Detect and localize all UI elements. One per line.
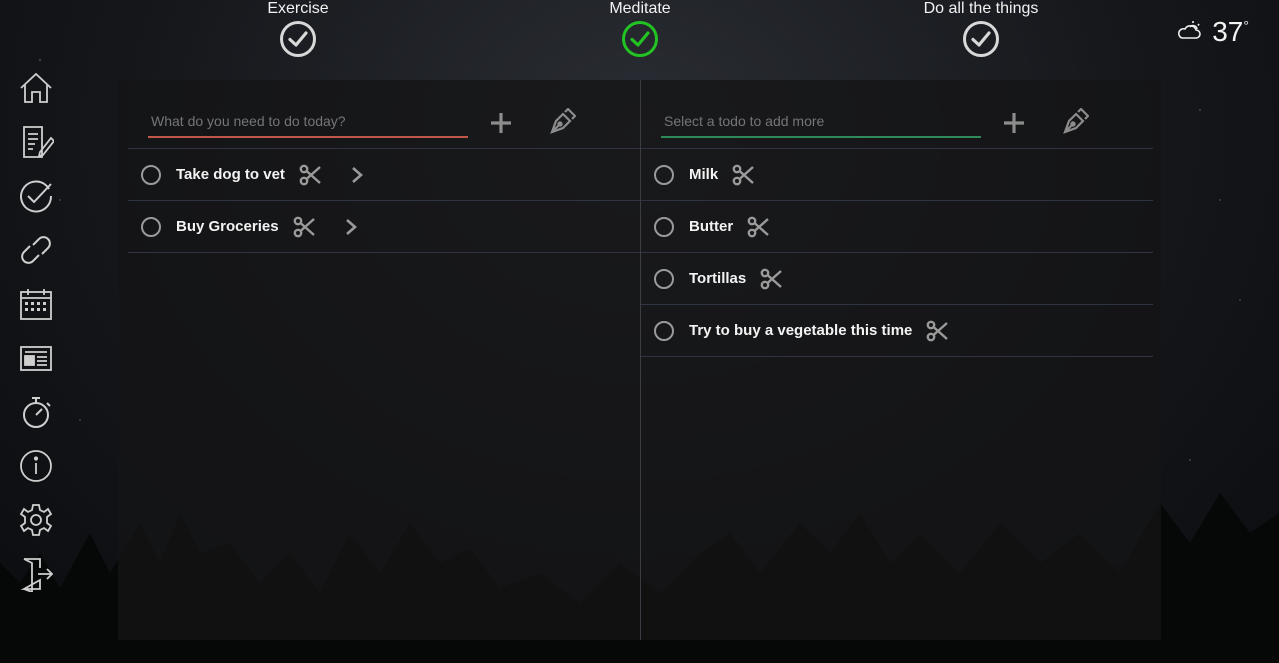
subtodo-label: Milk bbox=[689, 166, 719, 183]
check-circle-icon[interactable] bbox=[962, 20, 1000, 58]
scissors-icon[interactable] bbox=[299, 164, 321, 186]
subtodo-label: Tortillas bbox=[689, 270, 747, 287]
chevron-right-icon[interactable] bbox=[343, 218, 359, 236]
todo-entry bbox=[128, 80, 640, 149]
weather-widget: 37° bbox=[1176, 16, 1249, 48]
complete-radio[interactable] bbox=[654, 216, 674, 237]
list-item[interactable]: Try to buy a vegetable this time bbox=[641, 305, 1153, 357]
complete-radio[interactable] bbox=[141, 216, 161, 237]
complete-radio[interactable] bbox=[654, 268, 674, 289]
partly-cloudy-icon bbox=[1178, 21, 1202, 39]
subtodo-input[interactable] bbox=[661, 106, 987, 136]
scissors-icon[interactable] bbox=[926, 320, 949, 342]
check-circle-icon[interactable] bbox=[279, 20, 317, 58]
scissors-icon[interactable] bbox=[293, 216, 315, 238]
calendar-icon[interactable] bbox=[18, 286, 54, 322]
plus-icon[interactable] bbox=[1001, 110, 1027, 136]
list-item[interactable]: Milk bbox=[641, 149, 1153, 201]
complete-radio[interactable] bbox=[654, 164, 674, 185]
todo-input[interactable] bbox=[148, 106, 474, 136]
subtodo-label: Butter bbox=[689, 218, 734, 235]
todo-panel: Take dog to vet Buy Groceries Milk bbox=[118, 80, 1161, 640]
input-underline bbox=[661, 136, 981, 138]
plus-icon[interactable] bbox=[488, 110, 514, 136]
chevron-right-icon[interactable] bbox=[349, 166, 365, 184]
goals-bar: Exercise Meditate Do all the things bbox=[0, 0, 1279, 62]
todo-list: Take dog to vet Buy Groceries bbox=[128, 80, 640, 640]
list-item[interactable]: Buy Groceries bbox=[128, 201, 640, 253]
list-item[interactable]: Take dog to vet bbox=[128, 149, 640, 201]
check-circle-icon[interactable] bbox=[18, 178, 54, 214]
temperature: 37° bbox=[1212, 16, 1249, 47]
list-item[interactable]: Tortillas bbox=[641, 253, 1153, 305]
todo-label: Buy Groceries bbox=[176, 218, 279, 235]
scissors-icon[interactable] bbox=[732, 164, 754, 186]
home-icon[interactable] bbox=[18, 70, 54, 106]
subtodo-list: Milk Butter Tortillas Try to buy a veget… bbox=[640, 80, 1153, 640]
subtodo-label: Try to buy a vegetable this time bbox=[689, 322, 913, 339]
todo-label: Take dog to vet bbox=[176, 166, 285, 183]
input-underline bbox=[148, 136, 468, 138]
scissors-icon[interactable] bbox=[760, 268, 783, 290]
info-icon[interactable] bbox=[18, 448, 54, 484]
goal-exercise[interactable]: Exercise bbox=[218, 0, 378, 58]
goal-label: Meditate bbox=[609, 0, 671, 17]
pen-icon[interactable] bbox=[1061, 108, 1089, 136]
timer-icon[interactable] bbox=[18, 394, 54, 430]
check-circle-icon[interactable] bbox=[621, 20, 659, 58]
goal-meditate[interactable]: Meditate bbox=[560, 0, 720, 58]
notes-icon[interactable] bbox=[18, 124, 54, 160]
complete-radio[interactable] bbox=[141, 164, 161, 185]
exit-icon[interactable] bbox=[18, 556, 54, 592]
link-icon[interactable] bbox=[18, 232, 54, 268]
settings-icon[interactable] bbox=[18, 502, 54, 538]
list-item[interactable]: Butter bbox=[641, 201, 1153, 253]
scissors-icon[interactable] bbox=[747, 216, 769, 238]
goal-label: Do all the things bbox=[923, 0, 1039, 17]
complete-radio[interactable] bbox=[654, 320, 674, 341]
news-icon[interactable] bbox=[18, 340, 54, 376]
pen-icon[interactable] bbox=[548, 108, 576, 136]
goal-label: Exercise bbox=[267, 0, 329, 17]
sidebar bbox=[0, 70, 72, 610]
goal-do-all-the-things[interactable]: Do all the things bbox=[901, 0, 1061, 58]
subtodo-entry bbox=[641, 80, 1153, 149]
